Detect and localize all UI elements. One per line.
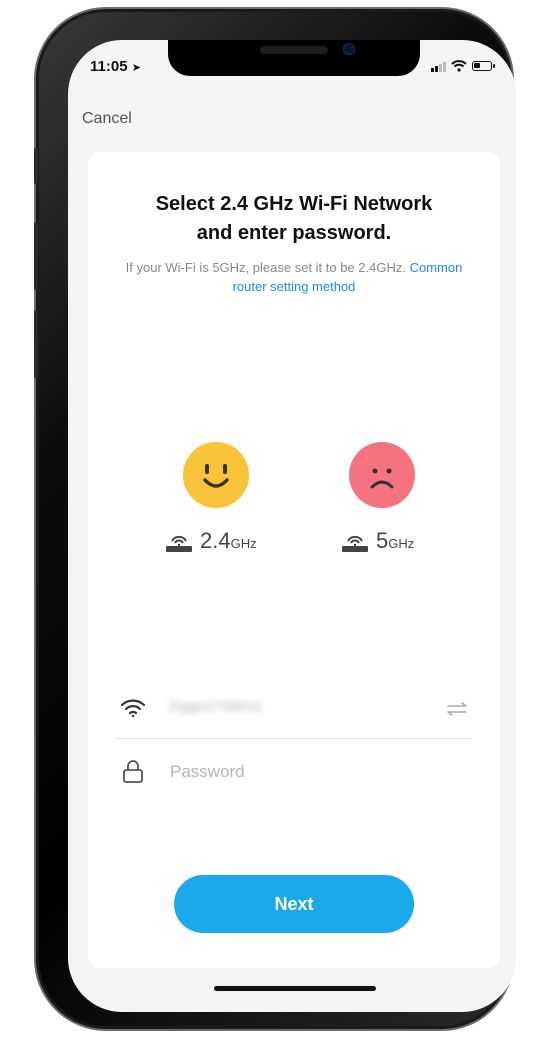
password-row bbox=[116, 750, 472, 794]
band-2-4-unit: GHz bbox=[230, 536, 257, 551]
page-title: Select 2.4 GHz Wi-Fi Network and enter p… bbox=[88, 190, 500, 248]
lock-icon bbox=[123, 760, 143, 783]
home-indicator bbox=[214, 986, 376, 991]
wifi-ssid: Ziggo2708011 bbox=[168, 698, 263, 715]
wifi-network-row[interactable]: Ziggo2708011 bbox=[116, 688, 472, 732]
notch bbox=[168, 40, 420, 76]
subtitle-text: If your Wi-Fi is 5GHz, please set it to … bbox=[125, 260, 406, 275]
wifi-setup-card: Select 2.4 GHz Wi-Fi Network and enter p… bbox=[88, 152, 500, 968]
battery-icon bbox=[472, 61, 495, 71]
wifi-status-icon bbox=[451, 60, 467, 72]
location-arrow-icon: ➤ bbox=[131, 62, 141, 74]
status-icons bbox=[431, 60, 495, 72]
band-2-4-value: 2.4 bbox=[200, 528, 231, 553]
mute-switch bbox=[34, 148, 38, 184]
password-input[interactable] bbox=[168, 758, 462, 786]
happy-face-icon bbox=[183, 442, 249, 508]
phone-screen: 11:05 ➤ Cancel Select 2.4 GHz Wi-Fi Netw… bbox=[68, 40, 516, 1012]
title-line-1: Select 2.4 GHz Wi-Fi Network bbox=[155, 193, 433, 215]
switch-network-icon[interactable] bbox=[446, 702, 468, 716]
volume-down-button bbox=[34, 310, 38, 378]
sad-face-icon bbox=[349, 442, 415, 508]
router-icon bbox=[342, 535, 368, 552]
cancel-button[interactable]: Cancel bbox=[82, 110, 132, 128]
divider bbox=[116, 738, 472, 739]
band-2-4ghz: 2.4 GHz bbox=[164, 530, 257, 552]
title-line-2: and enter password. bbox=[196, 222, 392, 244]
band-5ghz: 5 GHz bbox=[340, 530, 414, 552]
speaker-grille bbox=[260, 46, 328, 54]
volume-up-button bbox=[34, 222, 38, 290]
wifi-icon bbox=[120, 699, 146, 718]
subtitle: If your Wi-Fi is 5GHz, please set it to … bbox=[124, 258, 464, 296]
front-camera bbox=[343, 43, 355, 55]
signal-icon bbox=[431, 61, 446, 72]
status-time: 11:05 ➤ bbox=[90, 58, 141, 75]
band-5-unit: GHz bbox=[388, 536, 415, 551]
router-icon bbox=[166, 535, 192, 552]
next-button[interactable]: Next bbox=[174, 875, 414, 933]
band-5-value: 5 bbox=[376, 528, 389, 553]
